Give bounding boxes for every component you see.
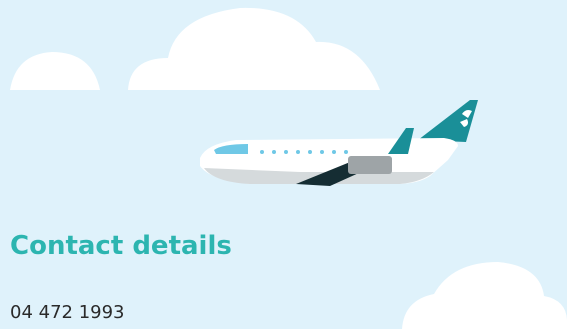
cloud-icon — [128, 7, 380, 90]
cloud-icon — [402, 262, 567, 329]
sky-illustration — [10, 7, 567, 329]
cloud-icon — [10, 52, 100, 90]
airplane-icon — [200, 100, 478, 186]
contact-details-heading: Contact details — [10, 231, 232, 261]
phone-number-link[interactable]: 04 472 1993 — [10, 300, 125, 326]
